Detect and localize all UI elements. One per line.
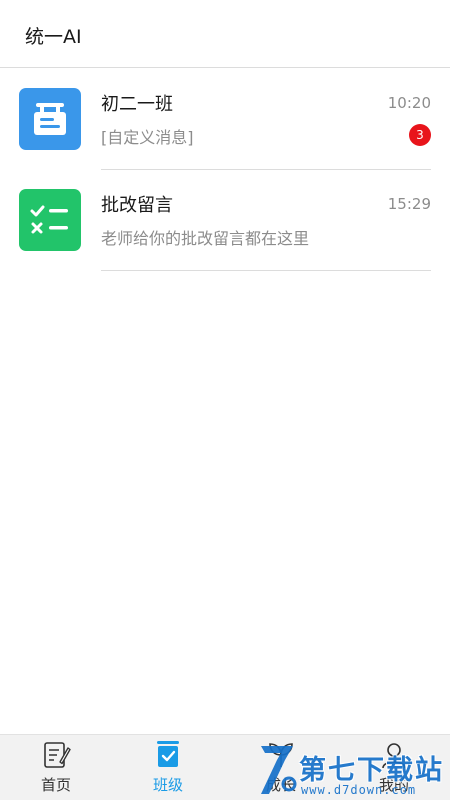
top-header: 统一AI	[0, 0, 450, 68]
tab-class[interactable]: 班级	[112, 735, 224, 800]
app-screen: 统一AI 初二一班 10:20 [自定义消息] 3 批改留言 15:29 老师给…	[0, 0, 450, 800]
conversation-list: 初二一班 10:20 [自定义消息] 3 批改留言 15:29 老师给你的批改留…	[0, 69, 450, 271]
watermark-title: 第七下载站	[299, 755, 444, 786]
page-title: 统一AI	[25, 26, 82, 48]
tab-label: 首页	[40, 776, 71, 794]
conversation-item-class[interactable]: 初二一班 10:20 [自定义消息] 3	[0, 69, 450, 170]
unread-badge: 3	[409, 124, 431, 146]
tab-label: 班级	[152, 776, 183, 794]
conversation-time: 15:29	[387, 195, 431, 213]
conversation-time: 10:20	[387, 94, 431, 112]
watermark-url: www.d7down.com	[301, 783, 417, 797]
conversation-preview: [自定义消息]	[101, 128, 194, 147]
conversation-preview: 老师给你的批改留言都在这里	[101, 229, 310, 248]
homework-note-icon	[41, 740, 71, 770]
correction-checklist-icon	[19, 189, 81, 251]
conversation-name: 批改留言	[101, 195, 173, 216]
watermark: 第七下载站 www.d7down.com	[255, 738, 450, 800]
row-divider	[101, 270, 431, 271]
tab-home[interactable]: 首页	[0, 735, 112, 800]
watermark-logo-icon	[255, 740, 299, 798]
class-check-icon	[153, 740, 183, 770]
conversation-item-comments[interactable]: 批改留言 15:29 老师给你的批改留言都在这里	[0, 170, 450, 271]
class-board-icon	[19, 88, 81, 150]
conversation-name: 初二一班	[101, 94, 173, 115]
